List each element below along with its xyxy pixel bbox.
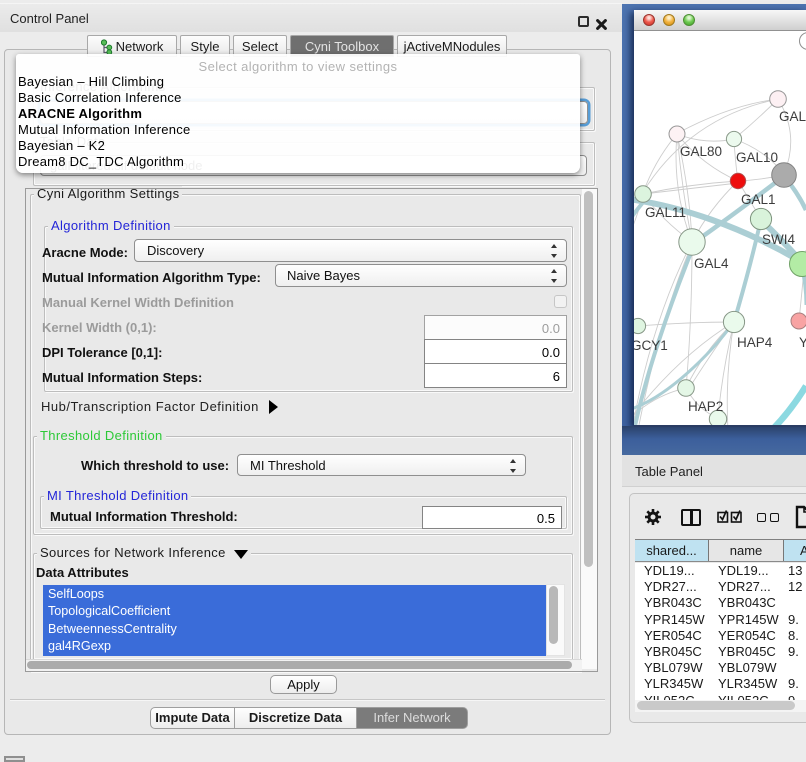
svg-text:GAL4: GAL4 [694,256,729,271]
svg-text:GAL: GAL [779,109,806,124]
svg-text:HAP4: HAP4 [737,335,773,350]
svg-text:SWI4: SWI4 [762,232,795,247]
svg-text:GAL1: GAL1 [741,192,776,207]
svg-text:GCY1: GCY1 [634,338,668,353]
svg-text:GAL10: GAL10 [736,150,778,165]
svg-text:Y: Y [799,335,806,350]
svg-text:GAL11: GAL11 [645,205,686,220]
svg-text:HAP2: HAP2 [688,399,723,414]
svg-text:GAL80: GAL80 [680,144,722,159]
